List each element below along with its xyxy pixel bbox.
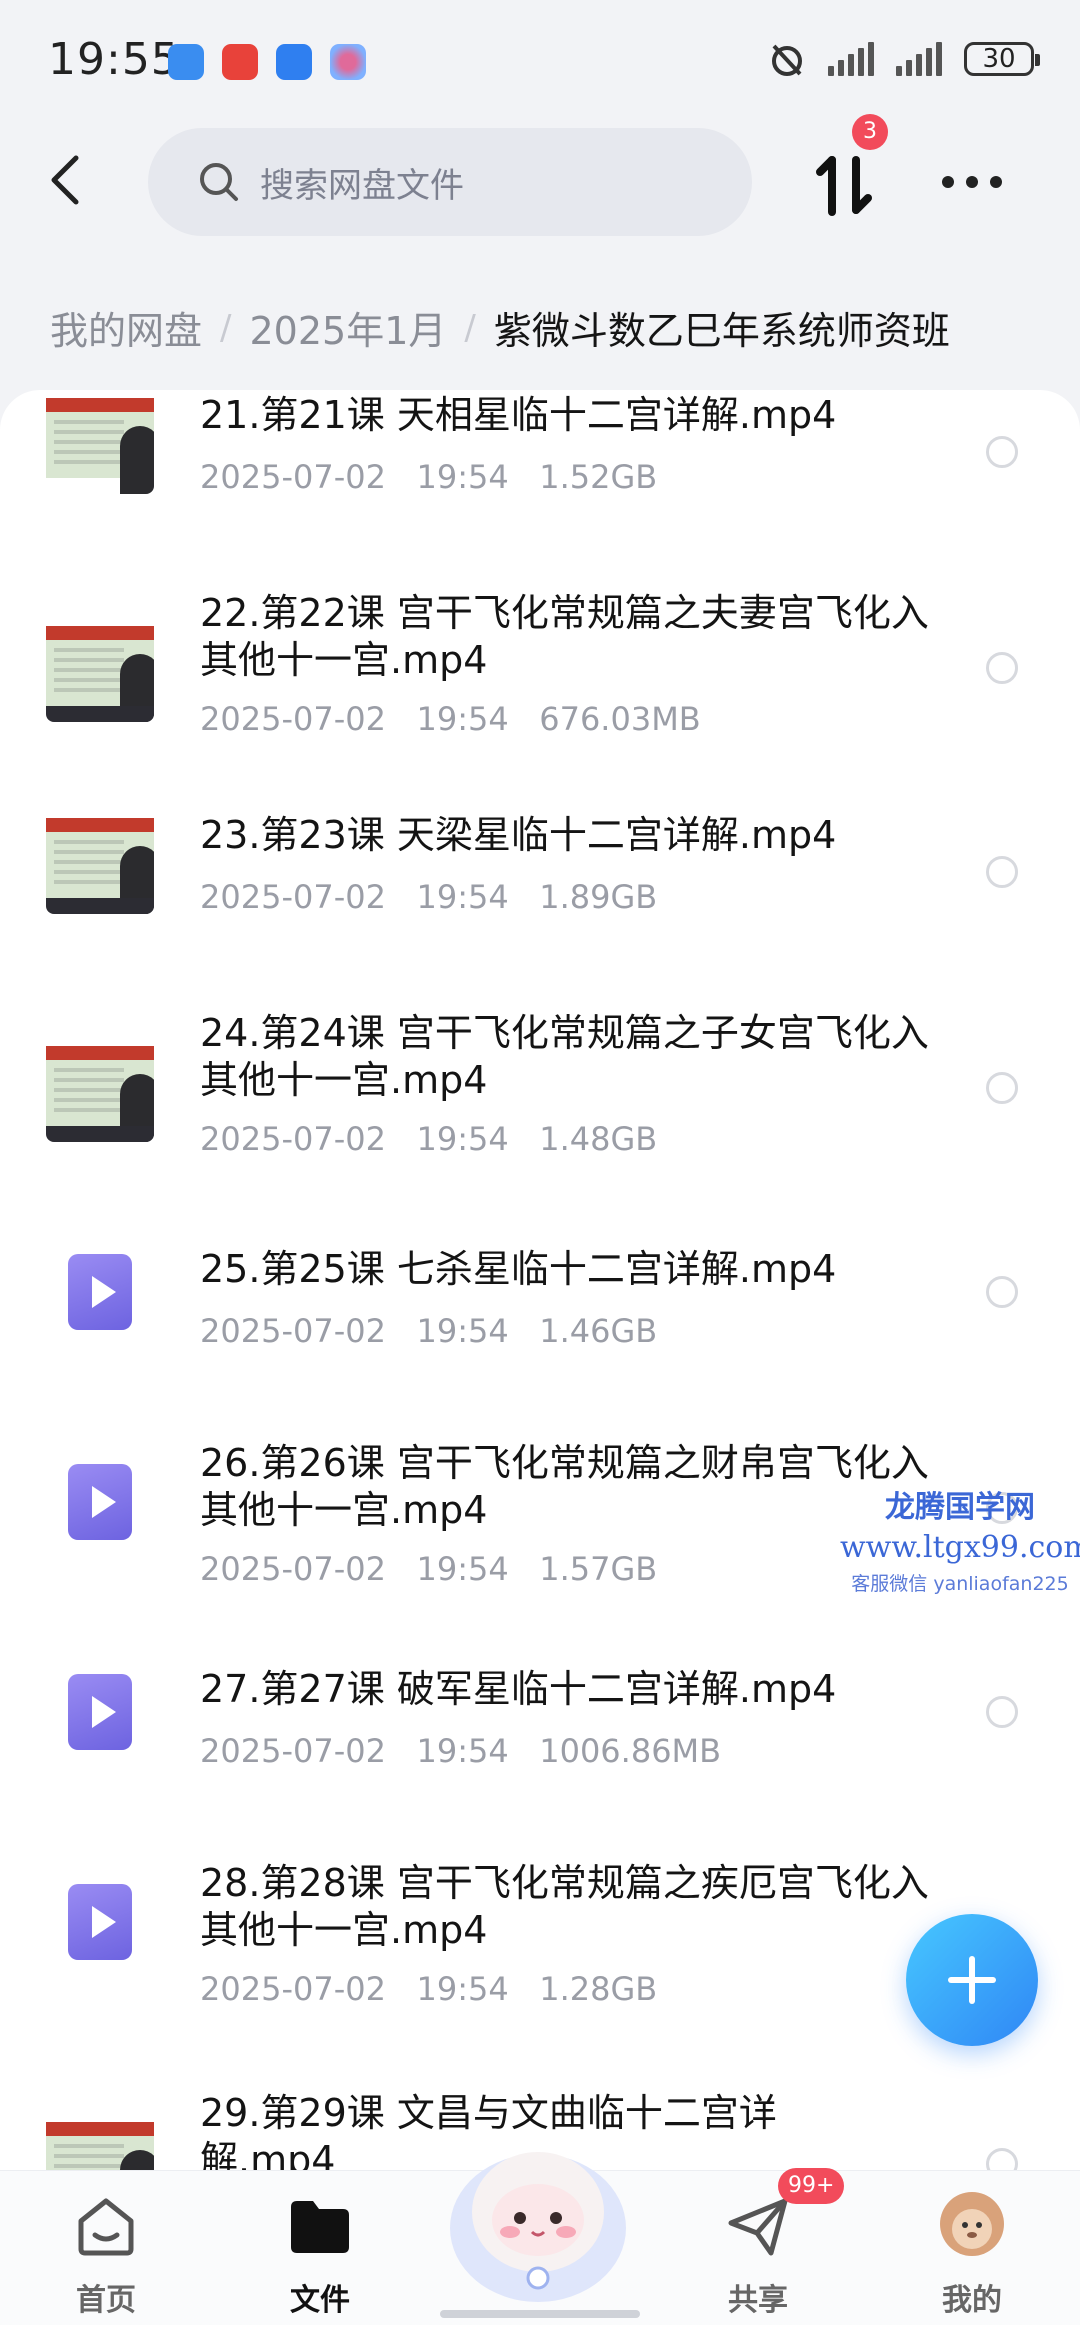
alarm-icon bbox=[772, 44, 802, 76]
watermark: 龙腾国学网 www.ltgx99.com 客服微信 yanliaofan225 bbox=[840, 1482, 1080, 1596]
battery-icon: 30 bbox=[964, 42, 1040, 76]
share-icon bbox=[728, 2198, 788, 2256]
file-meta: 2025-07-02 19:54 1.52GB bbox=[200, 458, 658, 496]
video-thumbnail bbox=[46, 1034, 154, 1142]
file-name: 25.第25课 七杀星临十二宫详解.mp4 bbox=[200, 1247, 837, 1291]
app-notification-icon bbox=[276, 44, 312, 80]
file-meta: 2025-07-02 19:54 1006.86MB bbox=[200, 1732, 722, 1770]
video-file-icon bbox=[68, 1674, 132, 1750]
search-placeholder: 搜索网盘文件 bbox=[260, 165, 464, 206]
file-meta: 2025-07-02 19:54 1.28GB bbox=[200, 1970, 658, 2008]
signal-icon bbox=[828, 42, 874, 76]
breadcrumb-item[interactable]: 2025年1月 bbox=[249, 300, 446, 355]
tab-files[interactable]: 文件 bbox=[240, 2171, 400, 2325]
file-meta: 2025-07-02 19:54 1.89GB bbox=[200, 878, 658, 916]
transfer-badge: 3 bbox=[852, 114, 888, 150]
select-radio[interactable] bbox=[986, 1696, 1018, 1728]
file-list: 21.第21课 天相星临十二宫详解.mp4 2025-07-02 19:54 1… bbox=[0, 390, 1080, 2170]
signal-icon bbox=[896, 42, 942, 76]
status-bar: 19:55 30 bbox=[0, 0, 1080, 120]
file-name: 26.第26课 宫干飞化常规篇之财帛宫飞化入其他十一宫.mp4 bbox=[200, 1441, 929, 1532]
tab-home[interactable]: 首页 bbox=[26, 2171, 186, 2325]
file-meta: 2025-07-02 19:54 1.48GB bbox=[200, 1120, 658, 1158]
file-name: 24.第24课 宫干飞化常规篇之子女宫飞化入其他十一宫.mp4 bbox=[200, 1011, 929, 1102]
breadcrumb-separator: / bbox=[220, 307, 232, 348]
select-radio[interactable] bbox=[986, 856, 1018, 888]
home-icon bbox=[78, 2198, 134, 2256]
search-icon bbox=[200, 163, 238, 201]
transfer-icon[interactable] bbox=[810, 150, 880, 220]
share-badge: 99+ bbox=[778, 2168, 845, 2204]
video-thumbnail bbox=[46, 390, 154, 494]
file-name: 21.第21课 天相星临十二宫详解.mp4 bbox=[200, 393, 837, 437]
file-name: 27.第27课 破军星临十二宫详解.mp4 bbox=[200, 1667, 837, 1711]
file-meta: 2025-07-02 19:54 676.03MB bbox=[200, 700, 701, 738]
video-file-icon bbox=[68, 1464, 132, 1540]
breadcrumb: 我的网盘 / 2025年1月 / 紫微斗数乙巳年系统师资班 bbox=[50, 300, 950, 355]
video-file-icon bbox=[68, 1254, 132, 1330]
app-notification-icon bbox=[330, 44, 366, 80]
app-notification-icon bbox=[222, 44, 258, 80]
select-radio[interactable] bbox=[986, 436, 1018, 468]
home-indicator bbox=[440, 2310, 640, 2318]
video-file-icon bbox=[68, 1884, 132, 1960]
video-thumbnail bbox=[46, 2110, 154, 2170]
file-name: 23.第23课 天梁星临十二宫详解.mp4 bbox=[200, 813, 837, 857]
file-name: 22.第22课 宫干飞化常规篇之夫妻宫飞化入其他十一宫.mp4 bbox=[200, 591, 929, 682]
header: 搜索网盘文件 3 bbox=[0, 114, 1080, 260]
watermark-title: 龙腾国学网 bbox=[885, 1490, 1035, 1525]
watermark-url: www.ltgx99.com bbox=[840, 1530, 1080, 1565]
video-thumbnail bbox=[46, 806, 154, 914]
select-radio[interactable] bbox=[986, 2148, 1018, 2170]
status-time: 19:55 bbox=[48, 34, 180, 85]
breadcrumb-current: 紫微斗数乙巳年系统师资班 bbox=[493, 309, 950, 353]
breadcrumb-item[interactable]: 我的网盘 bbox=[50, 300, 202, 355]
back-icon[interactable] bbox=[40, 150, 100, 210]
breadcrumb-separator: / bbox=[464, 307, 476, 348]
add-button[interactable] bbox=[906, 1914, 1038, 2046]
search-input[interactable]: 搜索网盘文件 bbox=[148, 128, 752, 236]
notification-icons bbox=[168, 44, 366, 80]
folder-icon bbox=[291, 2201, 349, 2253]
avatar-icon bbox=[940, 2192, 1004, 2256]
file-meta: 2025-07-02 19:54 1.57GB bbox=[200, 1550, 658, 1588]
video-thumbnail bbox=[46, 614, 154, 722]
mascot-assistant-button[interactable] bbox=[438, 2108, 638, 2308]
watermark-contact: 客服微信 yanliaofan225 bbox=[851, 1573, 1069, 1595]
file-meta: 2025-07-02 19:54 1.46GB bbox=[200, 1312, 658, 1350]
select-radio[interactable] bbox=[986, 652, 1018, 684]
select-radio[interactable] bbox=[986, 1072, 1018, 1104]
select-radio[interactable] bbox=[986, 1276, 1018, 1308]
file-name: 28.第28课 宫干飞化常规篇之疾厄宫飞化入其他十一宫.mp4 bbox=[200, 1861, 929, 1952]
more-icon[interactable] bbox=[940, 170, 1004, 194]
tab-profile[interactable]: 我的 bbox=[892, 2171, 1052, 2325]
app-notification-icon bbox=[168, 44, 204, 80]
